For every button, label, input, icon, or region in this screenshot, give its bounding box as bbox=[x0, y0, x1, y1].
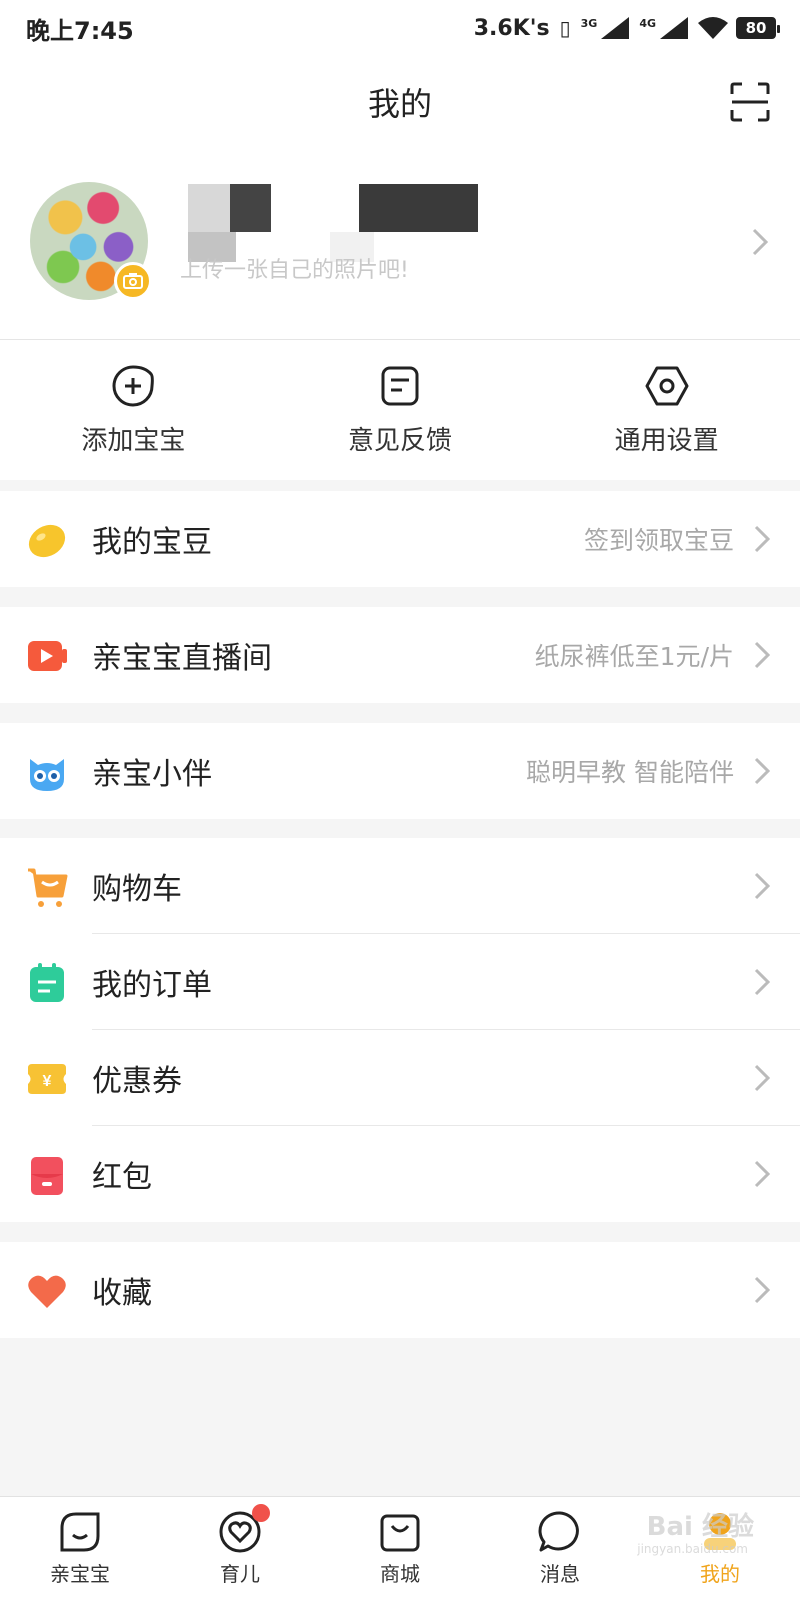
settings-label: 通用设置 bbox=[614, 425, 719, 456]
chat-bubble-icon bbox=[538, 1511, 579, 1552]
menu-label-redpacket: 红包 bbox=[92, 1160, 152, 1195]
order-icon bbox=[30, 963, 64, 1002]
signal-icon-2 bbox=[660, 17, 688, 39]
add-baby-label: 添加宝宝 bbox=[81, 425, 186, 456]
menu-sub-beans: 签到领取宝豆 bbox=[583, 526, 734, 555]
menu-item-redpacket[interactable]: 红包 bbox=[0, 1126, 800, 1222]
feedback-icon bbox=[381, 366, 419, 405]
chevron-right-icon bbox=[754, 641, 770, 669]
heart-icon bbox=[28, 1275, 66, 1308]
settings-icon bbox=[645, 366, 689, 405]
quick-actions: 添加宝宝 意见反馈 通用设置 bbox=[0, 340, 800, 480]
shopping-bag-icon bbox=[380, 1514, 420, 1552]
add-baby-button[interactable]: 添加宝宝 bbox=[23, 364, 243, 457]
watermark: Bai 经验 bbox=[646, 1512, 754, 1542]
menu-label-beans: 我的宝豆 bbox=[92, 525, 212, 560]
tab-parenting[interactable]: 育儿 bbox=[160, 1504, 320, 1587]
menu-label-coupons: 优惠券 bbox=[92, 1064, 182, 1099]
tab-label-home: 亲宝宝 bbox=[50, 1562, 110, 1586]
upload-tip: 上传一张自己的照片吧! bbox=[180, 258, 409, 283]
add-baby-icon bbox=[112, 364, 155, 406]
feedback-label: 意见反馈 bbox=[347, 425, 452, 456]
page-title: 我的 bbox=[367, 85, 432, 123]
scan-button[interactable] bbox=[730, 82, 770, 122]
chevron-right-icon bbox=[754, 872, 770, 900]
feedback-button[interactable]: 意见反馈 bbox=[290, 364, 510, 457]
menu-label-favorites: 收藏 bbox=[92, 1276, 152, 1311]
chevron-right-icon bbox=[754, 1160, 770, 1188]
status-time: 晚上7:45 bbox=[26, 16, 134, 45]
tab-label-mine: 我的 bbox=[700, 1562, 740, 1586]
settings-button[interactable]: 通用设置 bbox=[557, 364, 777, 457]
notification-dot bbox=[252, 1504, 270, 1522]
tab-label-messages: 消息 bbox=[540, 1562, 580, 1586]
coupon-icon: ¥ bbox=[28, 1064, 66, 1094]
camera-icon[interactable] bbox=[114, 262, 152, 300]
tab-mall[interactable]: 商城 bbox=[320, 1510, 480, 1587]
menu-item-coupons[interactable]: ¥ 优惠券 bbox=[0, 1030, 800, 1126]
scan-icon bbox=[730, 82, 770, 122]
chevron-right-icon bbox=[754, 1276, 770, 1304]
battery-icon: 80 bbox=[736, 17, 780, 39]
avatar[interactable] bbox=[30, 182, 152, 300]
live-video-icon bbox=[28, 641, 67, 671]
menu-item-live[interactable]: 亲宝宝直播间 纸尿裤低至1元/片 bbox=[0, 607, 800, 703]
username-redacted bbox=[188, 184, 478, 232]
svg-text:¥: ¥ bbox=[43, 1073, 52, 1090]
owl-icon bbox=[30, 759, 64, 791]
bean-icon bbox=[28, 524, 66, 558]
menu-label-companion: 亲宝小伴 bbox=[92, 757, 212, 792]
net-label-3g: 3G bbox=[580, 16, 598, 30]
chevron-right-icon bbox=[754, 1064, 770, 1092]
net-label-4g: 4G bbox=[639, 16, 656, 30]
status-icons: 3.6K's ▯ 3G 4G 80 bbox=[473, 15, 780, 41]
tab-label-mall: 商城 bbox=[380, 1562, 420, 1586]
menu-item-favorites[interactable]: 收藏 bbox=[0, 1242, 800, 1338]
menu-item-companion[interactable]: 亲宝小伴 聪明早教 智能陪伴 bbox=[0, 723, 800, 819]
menu-sub-companion: 聪明早教 智能陪伴 bbox=[526, 758, 734, 787]
home-leaf-icon bbox=[60, 1512, 100, 1552]
watermark-sub: jingyan.baidu.com bbox=[637, 1542, 748, 1556]
network-speed: 3.6K's bbox=[473, 15, 550, 41]
chevron-right-icon bbox=[752, 228, 768, 256]
profile-card[interactable]: 上传一张自己的照片吧! bbox=[0, 148, 800, 340]
menu-item-orders[interactable]: 我的订单 bbox=[0, 934, 800, 1030]
signal-icon bbox=[601, 17, 630, 39]
red-packet-icon bbox=[31, 1157, 63, 1195]
tab-home[interactable]: 亲宝宝 bbox=[0, 1510, 160, 1587]
menu-label-orders: 我的订单 bbox=[92, 968, 212, 1003]
menu-item-beans[interactable]: 我的宝豆 签到领取宝豆 bbox=[0, 491, 800, 587]
wifi-icon bbox=[698, 17, 728, 39]
cart-icon bbox=[28, 868, 68, 907]
menu-item-cart[interactable]: 购物车 bbox=[0, 838, 800, 934]
menu-sub-live: 纸尿裤低至1元/片 bbox=[534, 642, 734, 671]
chevron-right-icon bbox=[754, 757, 770, 785]
page-header: 我的 bbox=[0, 56, 800, 148]
status-bar: 晚上7:45 3.6K's ▯ 3G 4G 80 bbox=[0, 0, 800, 56]
vibrate-icon: ▯ bbox=[559, 16, 571, 40]
menu-label-live: 亲宝宝直播间 bbox=[92, 641, 272, 676]
chevron-right-icon bbox=[754, 968, 770, 996]
tab-messages[interactable]: 消息 bbox=[480, 1510, 640, 1587]
chevron-right-icon bbox=[754, 525, 770, 553]
tab-label-parenting: 育儿 bbox=[220, 1562, 260, 1586]
menu-label-cart: 购物车 bbox=[92, 872, 182, 907]
